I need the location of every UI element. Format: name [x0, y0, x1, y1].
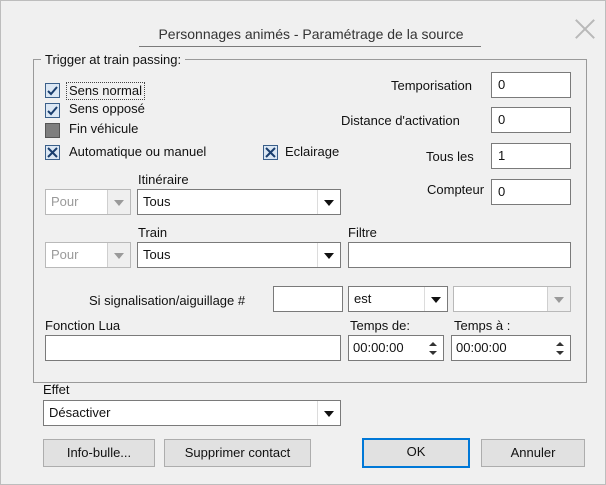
signal-operator-value: est [354, 291, 372, 306]
eclairage-checkbox[interactable] [263, 145, 278, 160]
distance-activation-label: Distance d'activation [341, 113, 460, 128]
supprimer-contact-button[interactable]: Supprimer contact [164, 439, 311, 467]
filtre-field[interactable] [348, 242, 571, 268]
compteur-label: Compteur [427, 182, 485, 197]
signal-operator-select[interactable]: est [348, 286, 448, 312]
automatique-label: Automatique ou manuel [69, 144, 207, 159]
chevron-down-icon [547, 287, 570, 311]
effet-value: Désactiver [49, 405, 111, 420]
spin-down-icon[interactable] [552, 348, 568, 358]
automatique-checkbox[interactable] [45, 145, 60, 160]
spin-down-icon[interactable] [425, 348, 441, 358]
trigger-legend: Trigger at train passing: [41, 52, 186, 67]
chevron-down-icon [107, 190, 130, 214]
distance-activation-field[interactable]: 0 [491, 107, 571, 133]
title-underline [139, 46, 481, 47]
dialog-window: Personnages animés - Paramétrage de la s… [0, 0, 606, 485]
annuler-button[interactable]: Annuler [481, 439, 585, 467]
signal-number-field[interactable] [273, 286, 343, 312]
train-select[interactable]: Tous [137, 242, 341, 268]
info-bulle-button[interactable]: Info-bulle... [43, 439, 155, 467]
sens-normal-label: Sens normal [66, 82, 145, 100]
effet-select[interactable]: Désactiver [43, 400, 341, 426]
temporisation-field[interactable]: 0 [491, 72, 571, 98]
itineraire-value: Tous [143, 194, 171, 209]
sens-oppose-label: Sens opposé [69, 101, 145, 116]
itineraire-scope-value: Pour [51, 194, 79, 209]
chevron-down-icon [107, 243, 130, 267]
chevron-down-icon [317, 243, 340, 267]
effet-label: Effet [43, 382, 70, 397]
ok-button[interactable]: OK [362, 438, 470, 468]
chevron-down-icon [424, 287, 447, 311]
chevron-down-icon [317, 190, 340, 214]
temps-de-label: Temps de: [350, 318, 410, 333]
fin-vehicule-checkbox[interactable] [45, 123, 60, 138]
temporisation-label: Temporisation [391, 78, 472, 93]
train-scope-select[interactable]: Pour [45, 242, 131, 268]
tous-les-field[interactable]: 1 [491, 143, 571, 169]
tous-les-label: Tous les [426, 149, 474, 164]
eclairage-label: Eclairage [285, 144, 340, 159]
temps-a-value: 00:00:00 [456, 340, 507, 355]
lua-field[interactable] [45, 335, 341, 361]
itineraire-select[interactable]: Tous [137, 189, 341, 215]
signal-state-select[interactable] [453, 286, 571, 312]
train-label: Train [138, 225, 168, 240]
train-scope-value: Pour [51, 247, 79, 262]
temps-a-label: Temps à : [454, 318, 511, 333]
sens-oppose-checkbox[interactable] [45, 103, 60, 118]
close-icon[interactable] [571, 15, 599, 43]
filtre-label: Filtre [348, 225, 377, 240]
chevron-down-icon [317, 401, 340, 425]
dialog-title: Personnages animés - Paramétrage de la s… [158, 26, 464, 42]
temps-de-value: 00:00:00 [353, 340, 404, 355]
compteur-field[interactable]: 0 [491, 179, 571, 205]
signal-label: Si signalisation/aiguillage # [89, 293, 246, 308]
fin-vehicule-label: Fin véhicule [69, 121, 139, 136]
lua-label: Fonction Lua [45, 318, 121, 333]
itineraire-label: Itinéraire [138, 172, 189, 187]
sens-normal-checkbox[interactable] [45, 83, 60, 98]
temps-a-spinner[interactable]: 00:00:00 [451, 335, 571, 361]
train-value: Tous [143, 247, 171, 262]
itineraire-scope-select[interactable]: Pour [45, 189, 131, 215]
temps-de-spinner[interactable]: 00:00:00 [348, 335, 444, 361]
